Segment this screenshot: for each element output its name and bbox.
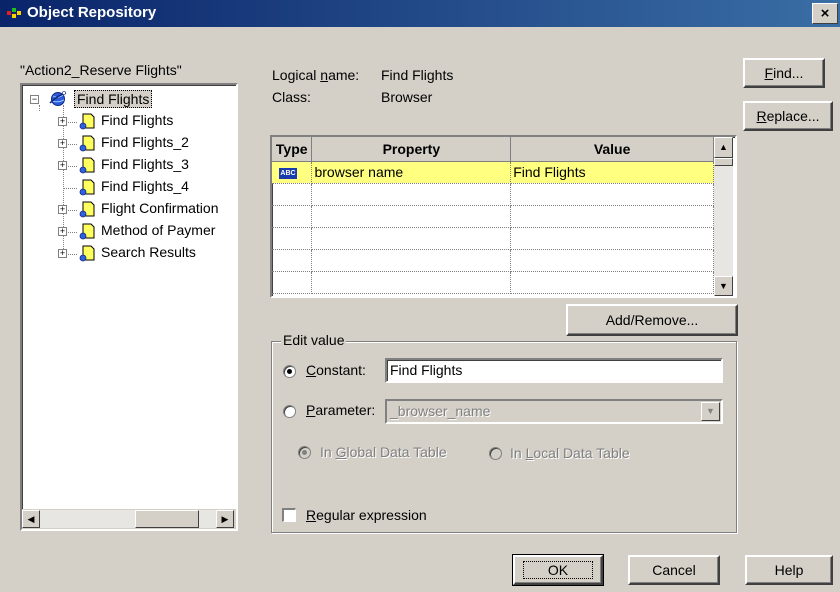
tree-hscrollbar[interactable]: ◀ ▶ <box>22 509 236 529</box>
parameter-select[interactable]: _browser_name ▼ <box>385 399 723 424</box>
page-icon <box>79 113 95 130</box>
constant-input[interactable]: Find Flights <box>385 358 723 383</box>
value-cell: Find Flights <box>510 161 714 184</box>
page-icon <box>79 201 95 218</box>
regular-expression-checkbox[interactable] <box>282 508 296 522</box>
close-button[interactable]: × <box>812 3 838 24</box>
parameter-radio[interactable] <box>283 405 296 418</box>
abc-type-icon: ABC <box>279 167 297 179</box>
expand-icon[interactable]: + <box>58 117 67 126</box>
tree-item-label: Flight Confirmation <box>101 200 219 216</box>
empty-row[interactable] <box>272 227 714 250</box>
empty-row[interactable] <box>272 271 714 294</box>
scroll-left-icon[interactable]: ◀ <box>22 510 40 528</box>
close-icon: × <box>820 5 830 22</box>
page-icon <box>79 157 95 174</box>
page-icon <box>79 245 95 262</box>
tree-item-label: Method of Paymer <box>101 222 216 238</box>
class-value: Browser <box>381 89 433 105</box>
help-button[interactable]: Help <box>745 555 833 585</box>
tree-item-label: Find Flights_4 <box>101 178 189 194</box>
expand-icon[interactable]: + <box>58 161 67 170</box>
property-cell: browser name <box>311 161 512 184</box>
page-icon <box>79 179 95 196</box>
logical-name-value: Find Flights <box>381 67 454 83</box>
find-button[interactable]: Find... <box>743 58 825 88</box>
local-data-table-label: In Local Data Table <box>510 445 630 461</box>
logical-name-label: Logical name: <box>272 67 360 83</box>
local-data-table-radio[interactable] <box>489 447 502 460</box>
edit-value-legend: Edit value <box>281 332 347 348</box>
title-bar: Object Repository × <box>0 0 840 27</box>
type-column-header[interactable]: Type <box>272 137 313 162</box>
scroll-down-icon[interactable]: ▼ <box>714 276 733 296</box>
object-tree[interactable]: − Find Flights + Find Flights + Find Flight… <box>20 83 238 531</box>
empty-row[interactable] <box>272 205 714 228</box>
scroll-thumb[interactable] <box>135 510 199 528</box>
expand-icon[interactable]: + <box>58 205 67 214</box>
global-data-table-label: In Global Data Table <box>320 444 447 460</box>
add-remove-button[interactable]: Add/Remove... <box>566 304 738 336</box>
parameter-select-value: _browser_name <box>390 403 491 419</box>
property-grid[interactable]: Type Property Value ABC browser name Find … <box>270 135 737 298</box>
tree-caption: "Action2_Reserve Flights" <box>20 62 182 78</box>
cancel-button[interactable]: Cancel <box>628 555 720 585</box>
constant-input-value: Find Flights <box>390 362 463 378</box>
expand-icon[interactable]: + <box>58 249 67 258</box>
tree-item-label: Find Flights_2 <box>101 134 189 150</box>
empty-row[interactable] <box>272 249 714 272</box>
parameter-label[interactable]: Parameter: <box>306 402 375 418</box>
tree-item-label: Find Flights_3 <box>101 156 189 172</box>
collapse-icon[interactable]: − <box>30 95 39 104</box>
property-column-header[interactable]: Property <box>311 137 512 162</box>
replace-button[interactable]: Replace... <box>743 101 833 131</box>
constant-label[interactable]: Constant: <box>306 362 366 378</box>
class-label: Class: <box>272 89 311 105</box>
expand-icon[interactable]: + <box>58 227 67 236</box>
tree-root-label: Find Flights <box>74 90 153 108</box>
grid-scroll-thumb[interactable] <box>714 158 733 166</box>
tree-item-label: Find Flights <box>101 112 174 128</box>
property-row[interactable]: ABC browser name Find Flights <box>272 161 714 184</box>
expand-icon[interactable]: + <box>58 139 67 148</box>
window-title: Object Repository <box>27 4 157 21</box>
page-icon <box>79 135 95 152</box>
object-repository-icon <box>7 8 21 18</box>
scroll-right-icon[interactable]: ▶ <box>216 510 234 528</box>
tree-item-label: Search Results <box>101 244 196 260</box>
empty-row[interactable] <box>272 183 714 206</box>
browser-globe-icon <box>49 91 67 106</box>
constant-radio[interactable] <box>283 365 296 378</box>
dropdown-arrow-icon[interactable]: ▼ <box>701 402 720 421</box>
page-icon <box>79 223 95 240</box>
global-data-table-radio[interactable] <box>298 446 311 459</box>
regular-expression-label[interactable]: Regular expression <box>306 507 427 523</box>
scroll-up-icon[interactable]: ▲ <box>714 137 733 158</box>
ok-button[interactable]: OK <box>512 554 604 586</box>
value-column-header[interactable]: Value <box>510 137 714 162</box>
